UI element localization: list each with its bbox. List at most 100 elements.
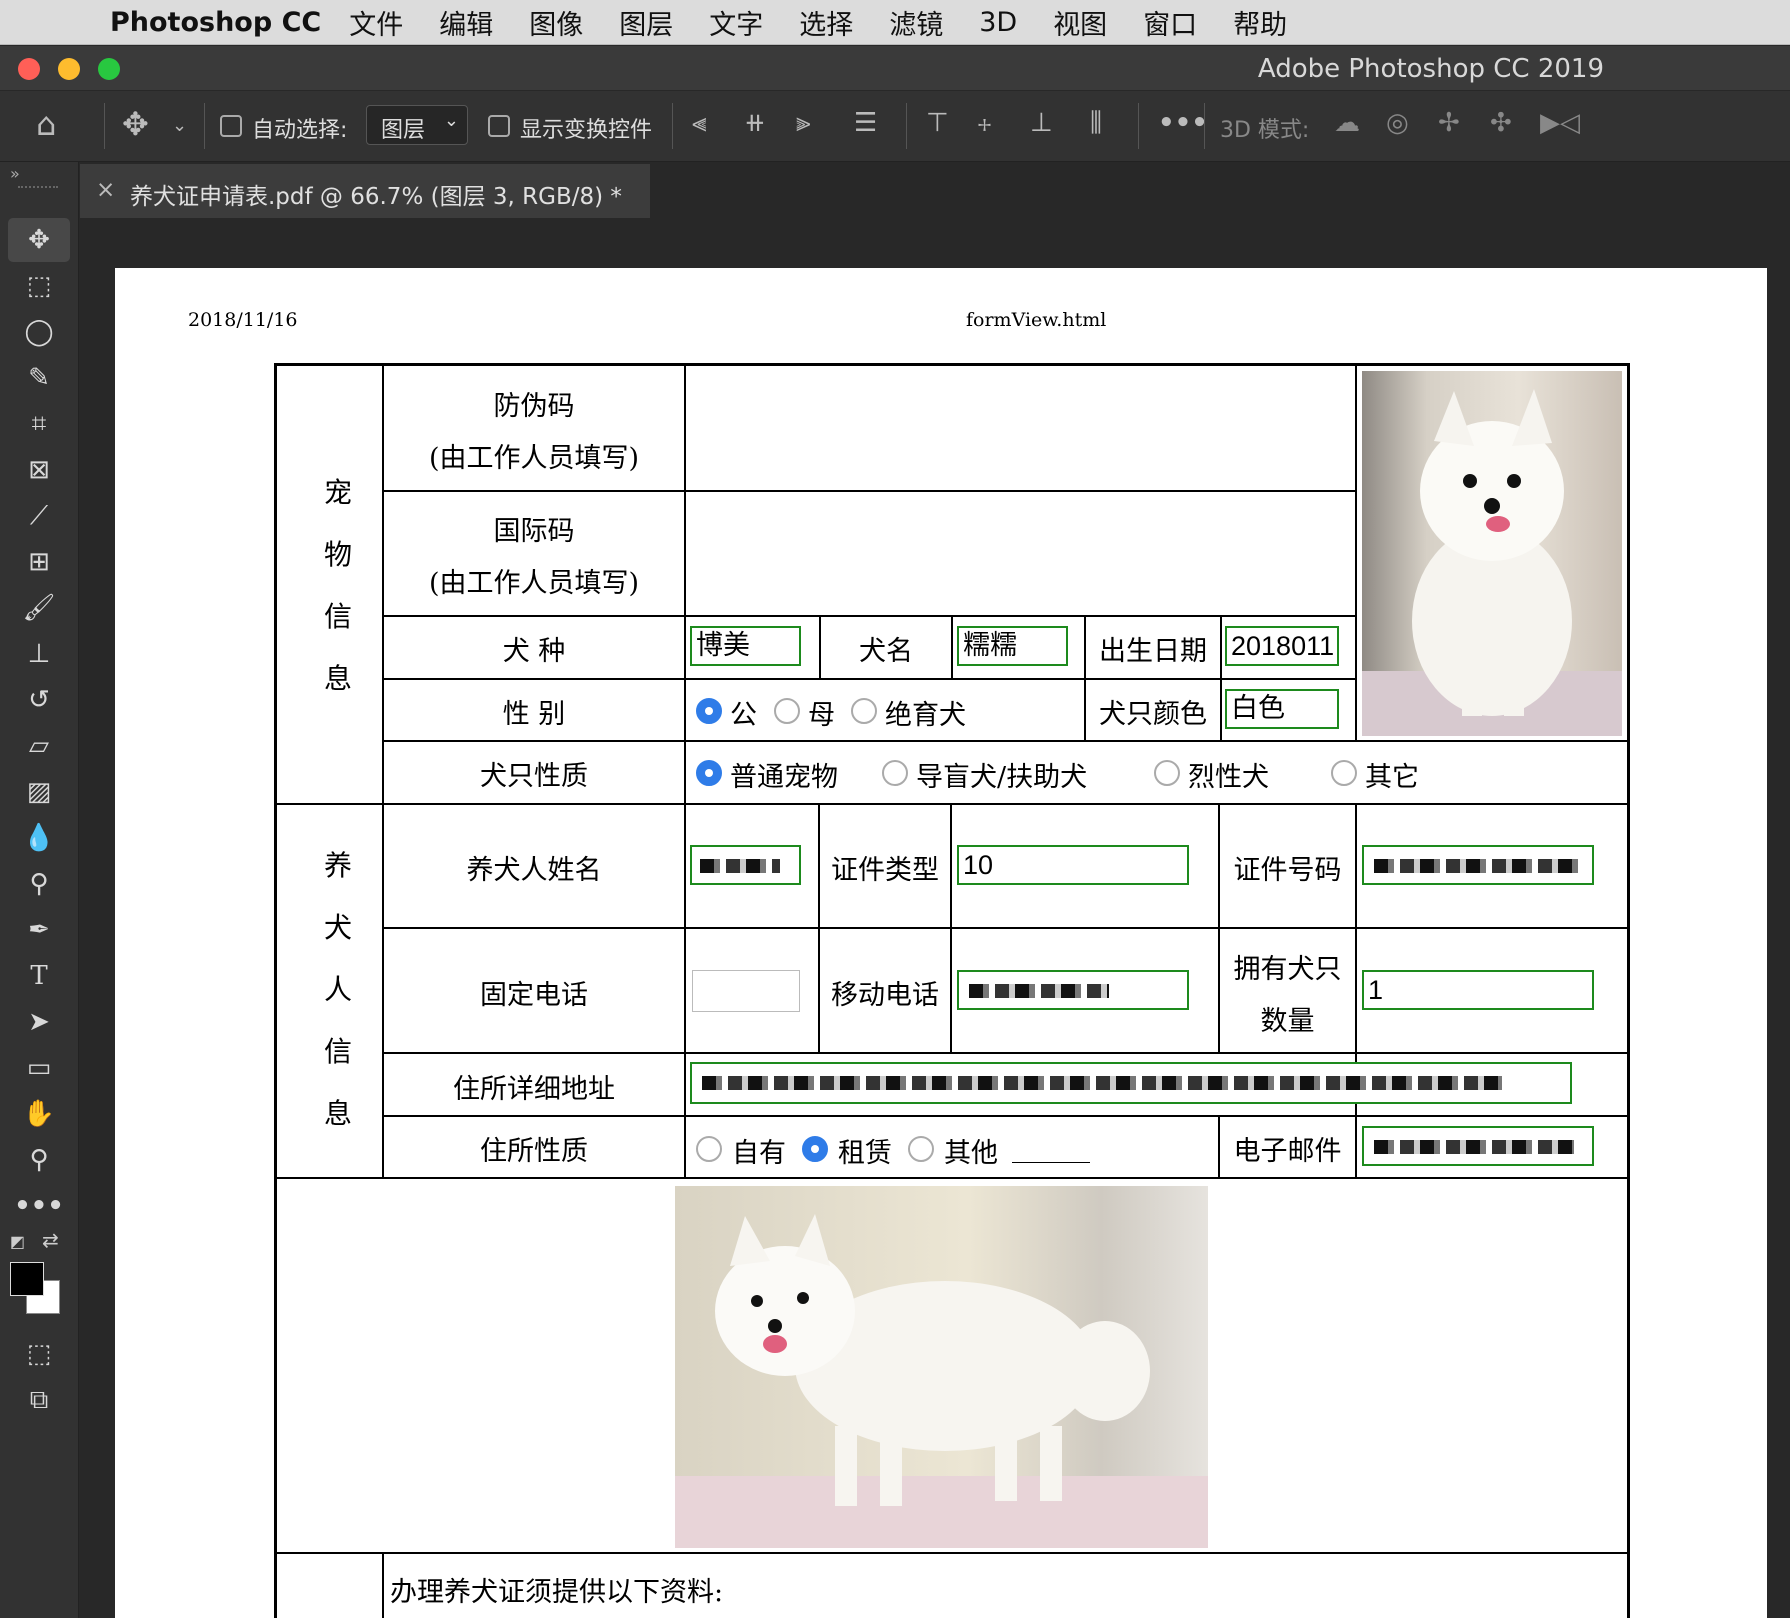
- lasso-tool-icon[interactable]: ◯: [8, 310, 70, 354]
- chevron-down-icon[interactable]: ⌄: [172, 115, 187, 136]
- pan-3d-icon[interactable]: ✢: [1438, 108, 1460, 138]
- redacted-text: [969, 984, 1109, 998]
- app-menu[interactable]: Photoshop CC: [110, 7, 321, 38]
- align-right-icon[interactable]: ⫸: [796, 108, 811, 139]
- frame-tool-icon[interactable]: ⊠: [8, 448, 70, 492]
- slide-3d-icon[interactable]: ✣: [1490, 108, 1512, 138]
- residence-radio-owned[interactable]: [696, 1136, 722, 1162]
- show-transform-label: 显示变换控件: [520, 118, 653, 143]
- blur-tool-icon[interactable]: 💧: [8, 816, 70, 860]
- eyedropper-tool-icon[interactable]: ⟋: [8, 494, 70, 538]
- menu-file[interactable]: 文件: [349, 3, 403, 42]
- birth-date-input[interactable]: 2018011: [1225, 626, 1339, 666]
- zoom-window-button[interactable]: [98, 58, 120, 80]
- scale-3d-icon[interactable]: ▶◁: [1540, 108, 1580, 138]
- align-hcenter-icon[interactable]: ⧺: [744, 108, 766, 138]
- id-type-input[interactable]: 10: [957, 845, 1189, 885]
- menu-help[interactable]: 帮助: [1233, 3, 1287, 42]
- menu-edit[interactable]: 编辑: [439, 3, 493, 42]
- path-select-tool-icon[interactable]: ➤: [8, 1000, 70, 1044]
- rectangle-tool-icon[interactable]: ▭: [8, 1046, 70, 1090]
- stamp-tool-icon[interactable]: ⊥: [8, 632, 70, 676]
- screen-mode-icon[interactable]: ⧉: [8, 1378, 70, 1422]
- show-transform-checkbox[interactable]: [488, 115, 510, 137]
- menu-type[interactable]: 文字: [709, 3, 763, 42]
- dog-color-input[interactable]: 白色: [1225, 689, 1339, 729]
- foreground-color-swatch[interactable]: [10, 1262, 44, 1296]
- eraser-tool-icon[interactable]: ▱: [8, 724, 70, 768]
- orbit-3d-icon[interactable]: ☁: [1334, 108, 1360, 138]
- sex-radio-neutered[interactable]: [851, 698, 877, 724]
- swap-colors-icon[interactable]: ⇄: [42, 1228, 59, 1252]
- marquee-tool-icon[interactable]: ⬚: [8, 264, 70, 308]
- residence-radio-other[interactable]: [908, 1136, 934, 1162]
- panel-grip[interactable]: [18, 186, 58, 192]
- owner-name-input[interactable]: [690, 845, 801, 885]
- menu-3d[interactable]: 3D: [979, 7, 1017, 38]
- zoom-tool-icon[interactable]: ⚲: [8, 1138, 70, 1182]
- menu-image[interactable]: 图像: [529, 3, 583, 42]
- distribute-vertical-icon[interactable]: ⫼: [1090, 108, 1102, 139]
- menu-window[interactable]: 窗口: [1143, 3, 1197, 42]
- menu-select[interactable]: 选择: [799, 3, 853, 42]
- residence-other-blank[interactable]: [1012, 1162, 1090, 1163]
- more-options-icon[interactable]: •••: [1158, 108, 1208, 138]
- close-window-button[interactable]: [18, 58, 40, 80]
- dodge-tool-icon[interactable]: ⚲: [8, 862, 70, 906]
- dog-name-input[interactable]: 糯糯: [957, 626, 1068, 666]
- gradient-tool-icon[interactable]: ▨: [8, 770, 70, 814]
- email-input[interactable]: [1362, 1126, 1594, 1166]
- crop-tool-icon[interactable]: ⌗: [8, 402, 70, 446]
- id-type-label: 证件类型: [831, 855, 939, 886]
- nature-radio-other[interactable]: [1331, 760, 1357, 786]
- landline-input[interactable]: [692, 970, 800, 1012]
- move-tool-icon[interactable]: ✥: [122, 105, 149, 143]
- grid-line: [274, 803, 1630, 805]
- brush-tool-icon[interactable]: 🖌: [8, 586, 70, 630]
- distribute-horizontal-icon[interactable]: ☰: [854, 108, 877, 138]
- healing-brush-tool-icon[interactable]: ⊞: [8, 540, 70, 584]
- quick-select-tool-icon[interactable]: ✎: [8, 356, 70, 400]
- quick-mask-icon[interactable]: ⬚: [8, 1332, 70, 1376]
- home-icon[interactable]: ⌂: [36, 105, 56, 143]
- id-number-input[interactable]: [1362, 845, 1594, 885]
- nature-radio-fierce[interactable]: [1154, 760, 1180, 786]
- hand-tool-icon[interactable]: ✋: [8, 1092, 70, 1136]
- history-brush-tool-icon[interactable]: ↺: [8, 678, 70, 722]
- birth-date-label: 出生日期: [1099, 636, 1207, 667]
- address-input[interactable]: [690, 1062, 1572, 1104]
- residence-radio-rented[interactable]: [802, 1136, 828, 1162]
- expand-panel-icon[interactable]: »: [10, 164, 20, 183]
- residence-option-label: 租赁: [838, 1138, 892, 1169]
- menu-layer[interactable]: 图层: [619, 3, 673, 42]
- sex-radio-male[interactable]: [696, 698, 722, 724]
- pen-tool-icon[interactable]: ✒: [8, 908, 70, 952]
- roll-3d-icon[interactable]: ◎: [1386, 108, 1409, 138]
- align-bottom-icon[interactable]: ⊥: [1030, 108, 1053, 138]
- type-tool-icon[interactable]: T: [8, 954, 70, 998]
- close-tab-icon[interactable]: ×: [96, 177, 115, 203]
- more-tools-icon[interactable]: •••: [8, 1184, 70, 1228]
- grid-line: [382, 490, 1357, 492]
- align-top-icon[interactable]: ⊤: [926, 108, 949, 138]
- align-left-icon[interactable]: ⫷: [692, 108, 707, 139]
- nature-radio-guide[interactable]: [882, 760, 908, 786]
- window-titlebar: Adobe Photoshop CC 2019: [0, 46, 1790, 90]
- dog-count-input[interactable]: 1: [1362, 970, 1594, 1010]
- menu-filter[interactable]: 滤镜: [889, 3, 943, 42]
- align-vcenter-icon[interactable]: ⧾: [978, 108, 991, 139]
- minimize-window-button[interactable]: [58, 58, 80, 80]
- mobile-input[interactable]: [957, 970, 1189, 1010]
- breed-input[interactable]: 博美: [690, 626, 801, 666]
- sex-radio-female[interactable]: [774, 698, 800, 724]
- id-number-label: 证件号码: [1233, 855, 1342, 886]
- menu-view[interactable]: 视图: [1053, 3, 1107, 42]
- nature-radio-pet[interactable]: [696, 760, 722, 786]
- default-colors-icon[interactable]: ◩: [10, 1232, 25, 1251]
- document-tab[interactable]: × 养犬证申请表.pdf @ 66.7% (图层 3, RGB/8) *: [80, 164, 650, 218]
- auto-select-checkbox[interactable]: [220, 115, 242, 137]
- auto-select-dropdown[interactable]: 图层 ⌄: [366, 105, 468, 145]
- move-tool-icon[interactable]: ✥: [8, 218, 70, 262]
- document-tab-bar: × 养犬证申请表.pdf @ 66.7% (图层 3, RGB/8) *: [80, 162, 1790, 218]
- grid-line: [382, 615, 1357, 617]
